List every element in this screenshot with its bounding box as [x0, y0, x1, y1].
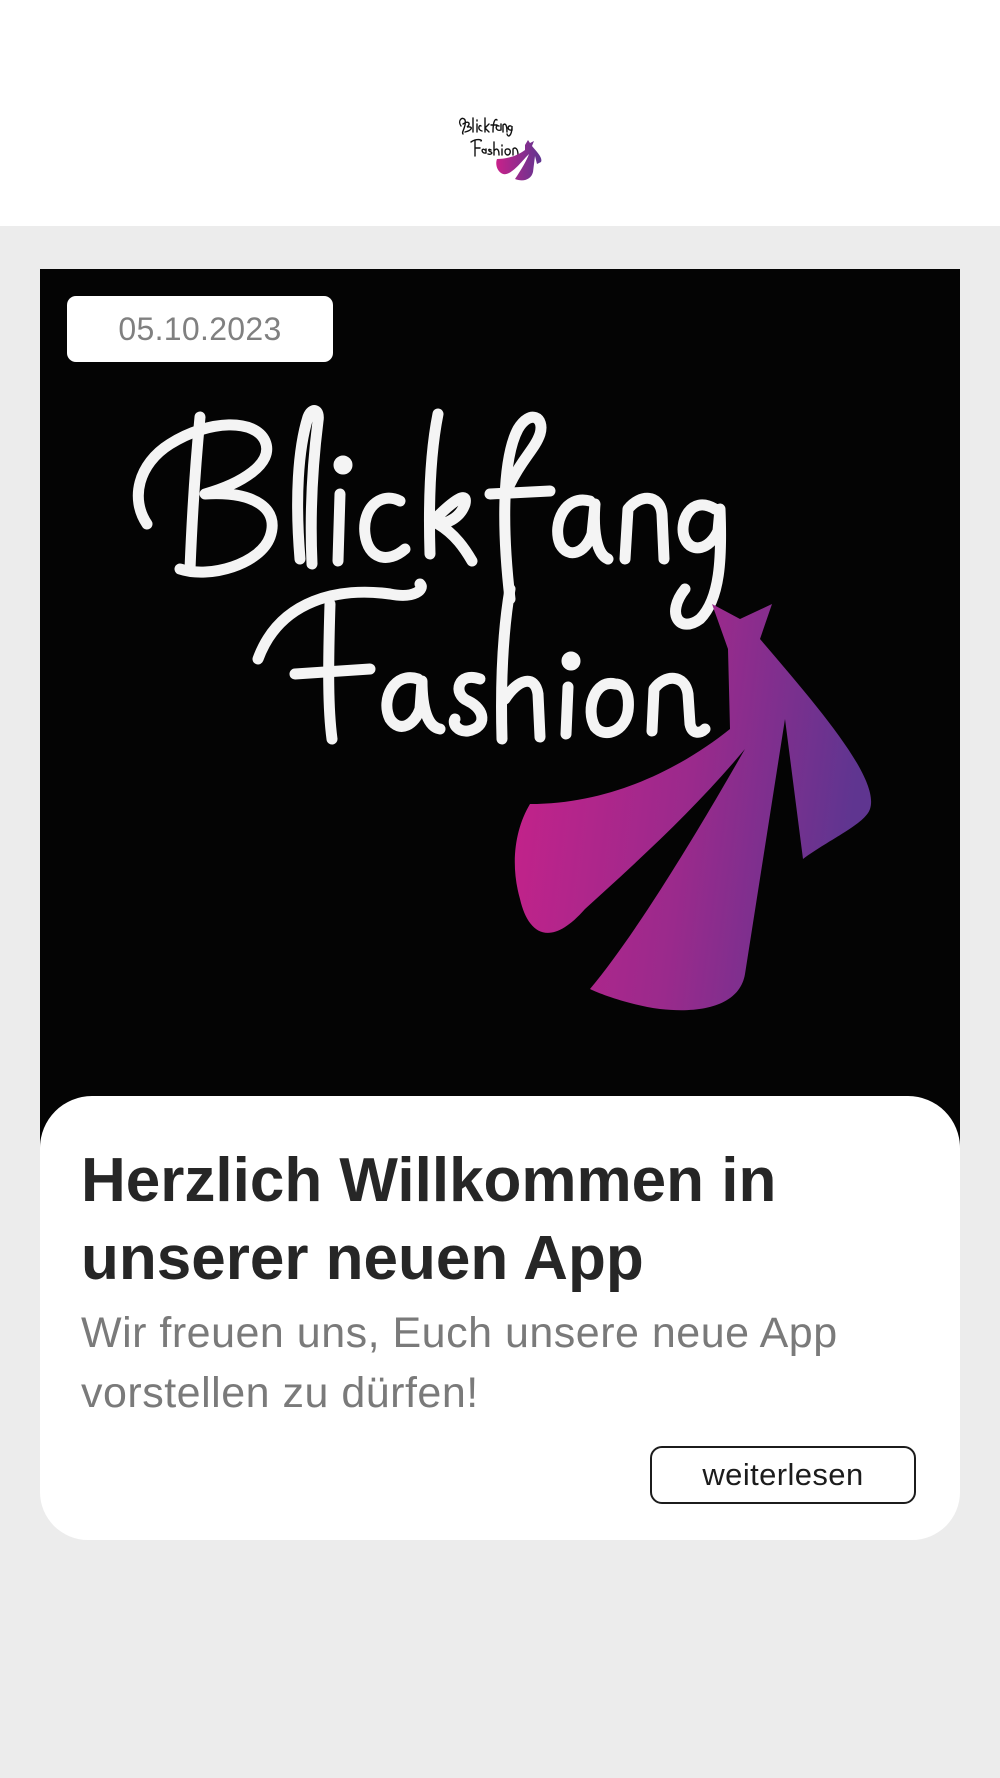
brand-logo[interactable] — [455, 112, 545, 190]
dress-icon — [458, 117, 542, 181]
app-header — [0, 0, 1000, 226]
read-more-button[interactable]: weiterlesen — [650, 1446, 916, 1504]
brand-logo-artwork — [132, 405, 872, 1011]
news-card-body: Herzlich Willkommen in unserer neuen App… — [40, 1096, 960, 1540]
news-card-image: 05.10.2023 — [40, 269, 960, 1149]
news-title[interactable]: Herzlich Willkommen in unserer neuen App — [81, 1142, 931, 1298]
news-teaser: Wir freuen uns, Euch unsere neue App vor… — [81, 1309, 838, 1417]
date-badge: 05.10.2023 — [67, 296, 333, 362]
news-card[interactable]: 05.10.2023 Herzlich Willkommen in unsere… — [40, 269, 960, 1540]
